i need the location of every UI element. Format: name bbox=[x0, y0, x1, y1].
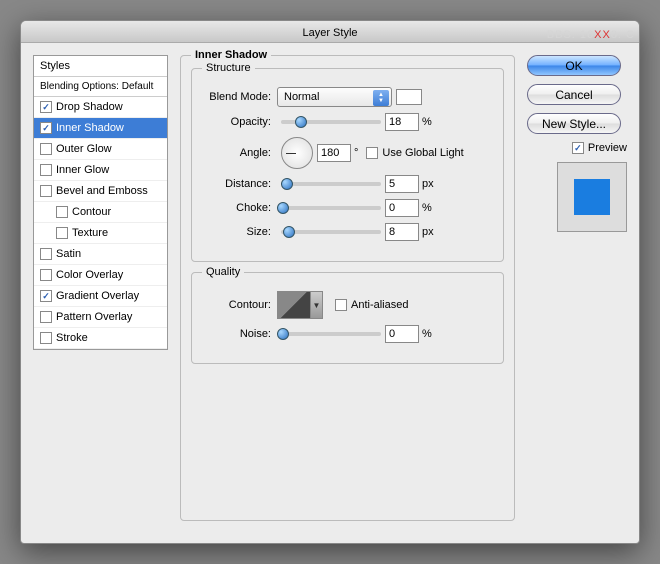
styles-header[interactable]: Styles bbox=[34, 56, 167, 77]
style-item-label: Inner Shadow bbox=[56, 122, 124, 134]
angle-label: Angle: bbox=[202, 147, 277, 159]
style-item-pattern-overlay[interactable]: Pattern Overlay bbox=[34, 307, 167, 328]
size-label: Size: bbox=[202, 226, 277, 238]
style-item-label: Outer Glow bbox=[56, 143, 112, 155]
preview-box bbox=[557, 162, 627, 232]
angle-input[interactable] bbox=[317, 144, 351, 162]
style-item-label: Texture bbox=[72, 227, 108, 239]
size-input[interactable] bbox=[385, 223, 419, 241]
preview-swatch bbox=[574, 179, 610, 215]
style-item-inner-shadow[interactable]: Inner Shadow bbox=[34, 118, 167, 139]
noise-unit: % bbox=[422, 328, 432, 340]
cancel-button[interactable]: Cancel bbox=[527, 84, 621, 105]
style-item-inner-glow[interactable]: Inner Glow bbox=[34, 160, 167, 181]
distance-unit: px bbox=[422, 178, 434, 190]
window-title: Layer Style bbox=[302, 27, 357, 39]
opacity-input[interactable] bbox=[385, 113, 419, 131]
style-item-label: Contour bbox=[72, 206, 111, 218]
panel-title: Inner Shadow bbox=[191, 49, 271, 61]
style-checkbox[interactable] bbox=[40, 185, 52, 197]
style-item-label: Inner Glow bbox=[56, 164, 109, 176]
structure-legend: Structure bbox=[202, 62, 255, 74]
style-checkbox[interactable] bbox=[40, 311, 52, 323]
opacity-unit: % bbox=[422, 116, 432, 128]
slider-thumb[interactable] bbox=[277, 328, 289, 340]
style-checkbox[interactable] bbox=[56, 206, 68, 218]
style-item-gradient-overlay[interactable]: Gradient Overlay bbox=[34, 286, 167, 307]
style-item-drop-shadow[interactable]: Drop Shadow bbox=[34, 97, 167, 118]
blendmode-label: Blend Mode: bbox=[202, 91, 277, 103]
ok-button[interactable]: OK bbox=[527, 55, 621, 76]
blending-options-row[interactable]: Blending Options: Default bbox=[34, 77, 167, 97]
style-item-bevel-and-emboss[interactable]: Bevel and Emboss bbox=[34, 181, 167, 202]
preview-label: Preview bbox=[588, 142, 627, 154]
antialias-label: Anti-aliased bbox=[351, 299, 408, 311]
preview-checkbox[interactable] bbox=[572, 142, 584, 154]
structure-group: Structure Blend Mode: Normal ▲▼ Opacity: bbox=[191, 68, 504, 262]
choke-slider[interactable] bbox=[281, 206, 381, 210]
titlebar: Layer Style BBS. 16XX8. C bbox=[21, 21, 639, 43]
antialias-checkbox[interactable] bbox=[335, 299, 347, 311]
quality-legend: Quality bbox=[202, 266, 244, 278]
style-item-satin[interactable]: Satin bbox=[34, 244, 167, 265]
style-item-label: Gradient Overlay bbox=[56, 290, 139, 302]
choke-label: Choke: bbox=[202, 202, 277, 214]
angle-unit: ° bbox=[354, 147, 358, 159]
layer-style-dialog: Layer Style BBS. 16XX8. C Styles Blendin… bbox=[20, 20, 640, 544]
distance-input[interactable] bbox=[385, 175, 419, 193]
noise-label: Noise: bbox=[202, 328, 277, 340]
style-checkbox[interactable] bbox=[40, 332, 52, 344]
style-checkbox[interactable] bbox=[40, 122, 52, 134]
slider-thumb[interactable] bbox=[277, 202, 289, 214]
style-checkbox[interactable] bbox=[40, 248, 52, 260]
style-item-label: Bevel and Emboss bbox=[56, 185, 148, 197]
opacity-slider[interactable] bbox=[281, 120, 381, 124]
choke-input[interactable] bbox=[385, 199, 419, 217]
quality-group: Quality Contour: ▼ Anti-aliased Noise: bbox=[191, 272, 504, 364]
noise-input[interactable] bbox=[385, 325, 419, 343]
style-item-label: Drop Shadow bbox=[56, 101, 123, 113]
global-light-label: Use Global Light bbox=[382, 147, 463, 159]
style-checkbox[interactable] bbox=[40, 164, 52, 176]
style-item-color-overlay[interactable]: Color Overlay bbox=[34, 265, 167, 286]
angle-dial[interactable] bbox=[281, 137, 313, 169]
style-item-label: Satin bbox=[56, 248, 81, 260]
new-style-button[interactable]: New Style... bbox=[527, 113, 621, 134]
style-checkbox[interactable] bbox=[40, 101, 52, 113]
slider-thumb[interactable] bbox=[283, 226, 295, 238]
contour-label: Contour: bbox=[202, 299, 277, 311]
slider-thumb[interactable] bbox=[295, 116, 307, 128]
style-item-label: Pattern Overlay bbox=[56, 311, 132, 323]
slider-thumb[interactable] bbox=[281, 178, 293, 190]
style-item-contour[interactable]: Contour bbox=[34, 202, 167, 223]
style-item-stroke[interactable]: Stroke bbox=[34, 328, 167, 349]
shadow-color-swatch[interactable] bbox=[396, 89, 422, 105]
distance-slider[interactable] bbox=[281, 182, 381, 186]
distance-label: Distance: bbox=[202, 178, 277, 190]
size-slider[interactable] bbox=[281, 230, 381, 234]
style-item-label: Color Overlay bbox=[56, 269, 123, 281]
style-checkbox[interactable] bbox=[40, 290, 52, 302]
global-light-checkbox[interactable] bbox=[366, 147, 378, 159]
opacity-label: Opacity: bbox=[202, 116, 277, 128]
style-checkbox[interactable] bbox=[40, 269, 52, 281]
style-checkbox[interactable] bbox=[40, 143, 52, 155]
inner-shadow-panel: Inner Shadow Structure Blend Mode: Norma… bbox=[180, 55, 515, 521]
watermark: BBS. 16XX8. C bbox=[547, 24, 635, 46]
noise-slider[interactable] bbox=[281, 332, 381, 336]
style-item-label: Stroke bbox=[56, 332, 88, 344]
blendmode-select[interactable]: Normal ▲▼ bbox=[277, 87, 392, 107]
styles-list: Styles Blending Options: Default Drop Sh… bbox=[33, 55, 168, 350]
style-item-texture[interactable]: Texture bbox=[34, 223, 167, 244]
choke-unit: % bbox=[422, 202, 432, 214]
style-checkbox[interactable] bbox=[56, 227, 68, 239]
chevron-updown-icon: ▲▼ bbox=[373, 90, 389, 106]
blendmode-value: Normal bbox=[284, 91, 319, 103]
contour-picker[interactable] bbox=[277, 291, 311, 319]
chevron-down-icon[interactable]: ▼ bbox=[311, 291, 323, 319]
size-unit: px bbox=[422, 226, 434, 238]
style-item-outer-glow[interactable]: Outer Glow bbox=[34, 139, 167, 160]
